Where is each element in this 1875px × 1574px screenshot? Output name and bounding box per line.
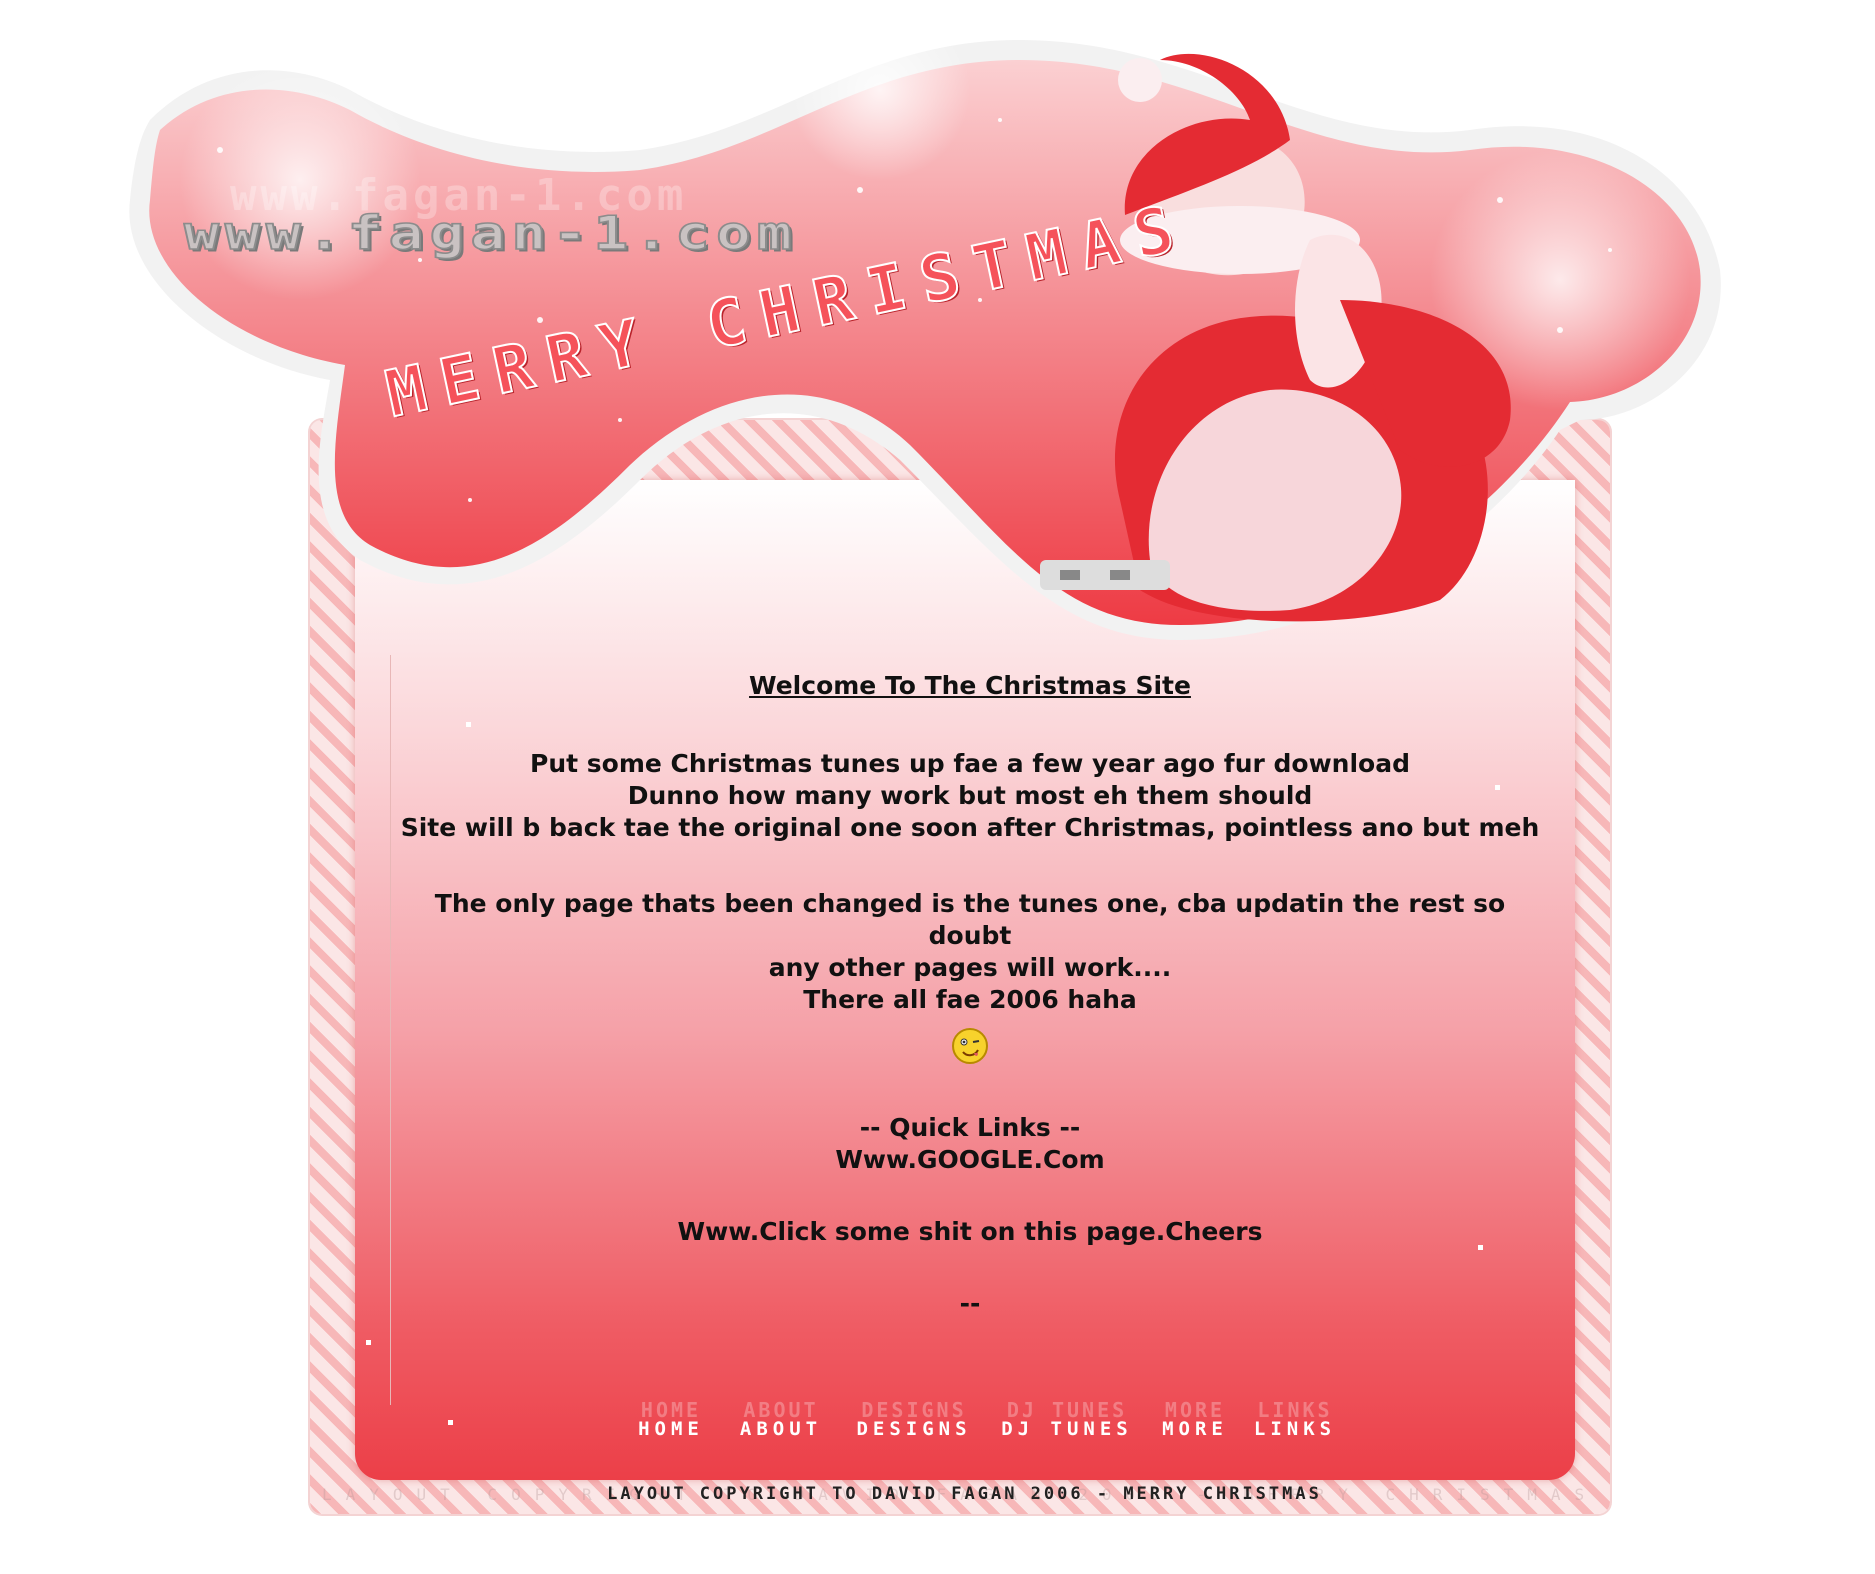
snow-dot (1495, 785, 1500, 790)
intro-line: Dunno how many work but most eh them sho… (627, 781, 1313, 810)
winking-smiley-icon (952, 1028, 988, 1064)
snow-dot (448, 1420, 453, 1425)
snow-dot (1478, 1245, 1483, 1250)
google-link[interactable]: Www.GOOGLE.Com (400, 1144, 1540, 1176)
update-line: any other pages will work.... (768, 953, 1172, 982)
nav-links[interactable]: LINKS LINKS (1244, 1398, 1346, 1440)
snow-dot (466, 722, 471, 727)
nav-dj-tunes[interactable]: DJ TUNES DJ TUNES (988, 1398, 1146, 1440)
nav-ghost-label: LINKS (1257, 1398, 1333, 1422)
update-line: The only page thats been changed is the … (434, 889, 1506, 950)
nav-designs[interactable]: DESIGNS DESIGNS (840, 1398, 988, 1440)
copyright-text: LAYOUT COPYRIGHT TO DAVID FAGAN 2006 - M… (607, 1484, 1322, 1504)
update-paragraph: The only page thats been changed is the … (400, 888, 1540, 1016)
quick-links-heading: -- Quick Links -- (859, 1113, 1081, 1142)
page-title: Welcome To The Christmas Site (749, 671, 1191, 700)
update-line: There all fae 2006 haha (803, 985, 1137, 1014)
banner-graphic (129, 0, 1721, 640)
nav-home[interactable]: HOME HOME (620, 1398, 722, 1440)
nav-ghost-label: HOME (640, 1398, 702, 1422)
main-content: Welcome To The Christmas Site Put some C… (400, 670, 1540, 1320)
nav-ghost-label: DESIGNS (861, 1398, 967, 1422)
page: www.fagan-1.com www.fagan-1.com MERRY CH… (0, 0, 1875, 1574)
snow-dot (366, 1340, 371, 1345)
nav-about[interactable]: ABOUT ABOUT (722, 1398, 840, 1440)
footer: LAYOUT COPYRIGHT TO DAVID FAGAN 2006 - M… (322, 1480, 1607, 1508)
nav-ghost-label: ABOUT (743, 1398, 819, 1422)
end-marker: -- (959, 1289, 981, 1318)
content-divider (390, 655, 391, 1405)
bottom-nav: HOME HOME ABOUT ABOUT DESIGNS DESIGNS DJ… (620, 1398, 1346, 1440)
site-logo-text: www.fagan-1.com (183, 205, 798, 261)
intro-line: Site will b back tae the original one so… (400, 813, 1540, 842)
nav-more[interactable]: MORE MORE (1146, 1398, 1244, 1440)
nav-ghost-label: DJ TUNES (1006, 1398, 1128, 1422)
header-banner: www.fagan-1.com www.fagan-1.com MERRY CH… (0, 0, 1875, 660)
click-this-page-link[interactable]: Www.Click some shit on this page.Cheers (400, 1216, 1540, 1248)
nav-ghost-label: MORE (1164, 1398, 1226, 1422)
intro-paragraph: Put some Christmas tunes up fae a few ye… (400, 748, 1540, 844)
intro-line: Put some Christmas tunes up fae a few ye… (530, 749, 1410, 778)
